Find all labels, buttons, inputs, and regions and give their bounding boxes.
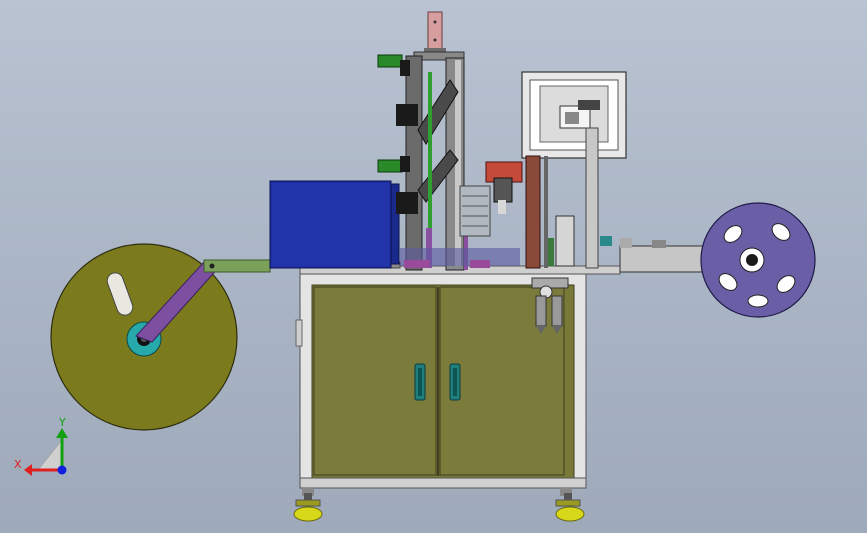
axis-x-label: X xyxy=(14,458,22,471)
unwind-reel xyxy=(50,243,271,431)
cad-viewport[interactable]: Y X xyxy=(0,0,867,533)
valve-cluster xyxy=(485,161,523,214)
machine-drawing: Y X xyxy=(14,11,816,522)
axis-y-label: Y xyxy=(58,416,66,429)
blue-housing xyxy=(269,180,400,269)
monitor xyxy=(521,71,627,159)
rewind-reel xyxy=(700,202,816,318)
coordinate-axes-icon: Y X xyxy=(14,416,68,476)
machine-feet xyxy=(293,493,585,522)
